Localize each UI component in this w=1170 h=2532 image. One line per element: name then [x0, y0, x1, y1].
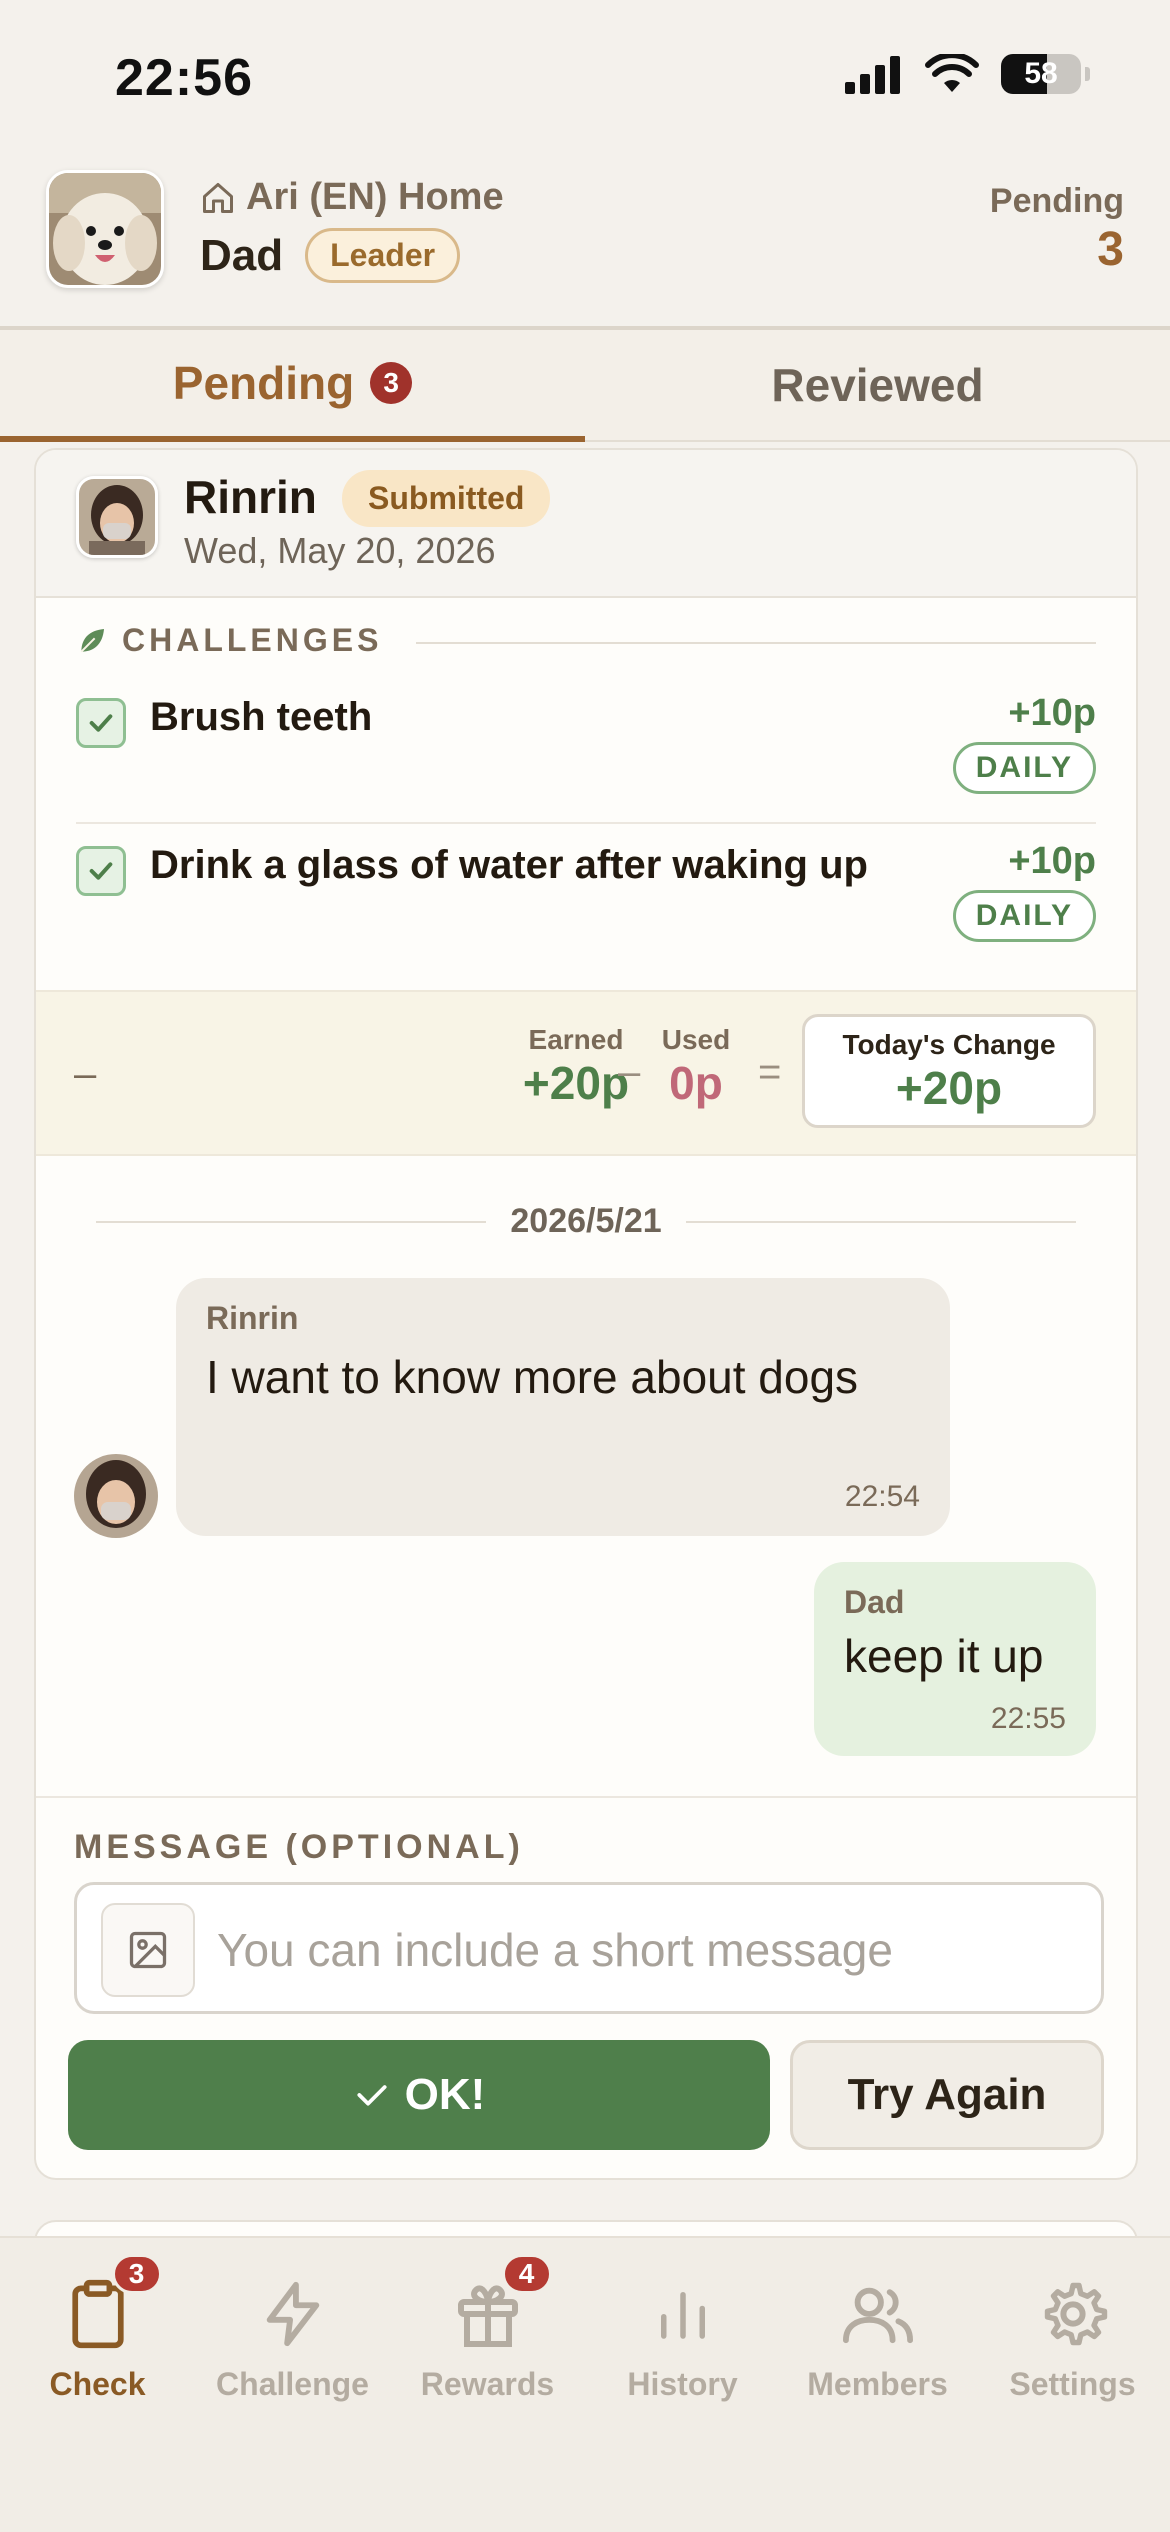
nav-settings[interactable]: Settings: [975, 2274, 1170, 2403]
users-icon: [838, 2274, 918, 2354]
try-again-label: Try Again: [847, 2070, 1047, 2119]
pending-summary-count: 3: [1097, 223, 1124, 276]
tab-reviewed-label: Reviewed: [771, 359, 984, 411]
checkmark-icon: [357, 2085, 387, 2106]
challenge-title: Brush teeth: [150, 695, 373, 739]
home-avatar[interactable]: [46, 170, 164, 288]
clipboard-icon: 3: [58, 2254, 162, 2354]
image-icon: [129, 1931, 167, 1969]
submission-date: Wed, May 20, 2026: [184, 530, 496, 571]
lightning-icon: [253, 2274, 333, 2354]
bar-chart-icon: [643, 2274, 723, 2354]
submission-header: Rinrin Submitted Wed, May 20, 2026: [36, 450, 1136, 598]
section-divider: [416, 642, 1096, 644]
status-badge: Submitted: [342, 470, 551, 527]
message-input[interactable]: You can include a short message: [74, 1882, 1104, 2014]
chat-message-sent: Dad keep it up 22:55: [814, 1562, 1096, 1756]
summary-dash: –: [74, 1052, 97, 1096]
nav-settings-label: Settings: [1009, 2366, 1136, 2402]
nav-history[interactable]: History: [585, 2274, 780, 2403]
challenge-points: +10p: [1008, 840, 1096, 882]
nav-check-label: Check: [49, 2366, 146, 2402]
nav-history-label: History: [627, 2366, 738, 2402]
nav-rewards-badge: 4: [501, 2254, 552, 2294]
used-label: Used: [661, 1024, 731, 1055]
home-icon: [203, 182, 233, 213]
message-sender: Dad: [844, 1584, 905, 1620]
message-sender: Rinrin: [206, 1300, 299, 1336]
frequency-badge: DAILY: [952, 742, 1096, 794]
nav-members-label: Members: [807, 2366, 948, 2402]
nav-rewards-label: Rewards: [420, 2366, 555, 2402]
attach-image-button[interactable]: [101, 1903, 195, 1997]
used-value: 0p: [669, 1057, 723, 1109]
review-tabs: Pending 3 Reviewed: [0, 330, 1170, 442]
ok-button-label: OK!: [404, 2070, 486, 2119]
equals-operator: =: [758, 1050, 782, 1094]
challenge-points: +10p: [1008, 692, 1096, 734]
tab-pending-badge: 3: [370, 362, 413, 404]
kid-name: Rinrin: [184, 471, 317, 523]
message-time: 22:55: [990, 1702, 1066, 1735]
minus-operator: –: [618, 1050, 641, 1094]
message-label: MESSAGE (OPTIONAL): [74, 1828, 524, 1866]
submission-card: Rinrin Submitted Wed, May 20, 2026 CHALL…: [34, 448, 1138, 2180]
status-icons: 58: [843, 54, 1090, 94]
message-text: keep it up: [844, 1630, 1044, 1682]
challenges-label-text: CHALLENGES: [122, 622, 383, 658]
challenge-title: Drink a glass of water after waking up: [150, 843, 868, 887]
challenge-item[interactable]: Drink a glass of water after waking up +…: [76, 840, 1096, 960]
status-time: 22:56: [115, 49, 253, 107]
frequency-badge: DAILY: [952, 890, 1096, 942]
nav-check-badge: 3: [111, 2254, 162, 2294]
gift-icon: 4: [448, 2254, 552, 2354]
points-summary: – Earned +20p – Used 0p = Today's Change…: [36, 990, 1136, 1156]
wifi-icon: [925, 54, 979, 92]
tab-pending-label: Pending: [172, 357, 355, 409]
checkbox-checked-icon[interactable]: [76, 846, 126, 896]
nav-check[interactable]: 3 Check: [0, 2254, 195, 2403]
message-placeholder: You can include a short message: [217, 1924, 893, 1976]
today-change-value: +20p: [895, 1062, 1003, 1114]
message-text: I want to know more about dogs: [206, 1351, 859, 1403]
chat-message-received: Rinrin I want to know more about dogs 22…: [176, 1278, 950, 1536]
current-user: Dad Leader: [200, 228, 461, 283]
sender-avatar: [74, 1454, 158, 1538]
bottom-nav: 3 Check Challenge 4 Rewards History Memb…: [0, 2236, 1170, 2532]
home-name: Ari (EN) Home: [200, 176, 504, 219]
home-name-text: Ari (EN) Home: [246, 176, 504, 218]
gear-icon: [1033, 2274, 1113, 2354]
chat-date: 2026/5/21: [510, 1202, 662, 1240]
signal-icon: [845, 56, 900, 94]
nav-rewards[interactable]: 4 Rewards: [390, 2254, 585, 2403]
today-change-label: Today's Change: [842, 1029, 1056, 1060]
used-stat: Used 0p: [646, 1024, 746, 1110]
checkbox-checked-icon[interactable]: [76, 698, 126, 748]
message-time: 22:54: [844, 1480, 920, 1513]
challenge-item[interactable]: Brush teeth +10p DAILY: [76, 692, 1096, 812]
nav-challenge-label: Challenge: [216, 2366, 369, 2402]
role-badge: Leader: [305, 228, 461, 283]
kid-avatar: [76, 476, 158, 558]
user-name: Dad: [200, 230, 284, 280]
chat-date-separator: 2026/5/21: [96, 1202, 1077, 1241]
battery-level: 58: [1024, 57, 1058, 90]
leaf-icon: [80, 628, 104, 652]
battery-icon: 58: [1001, 54, 1081, 94]
tab-pending[interactable]: Pending 3: [0, 330, 585, 442]
ok-button[interactable]: OK!: [68, 2040, 770, 2150]
pending-summary-label: Pending: [989, 182, 1124, 220]
try-again-button[interactable]: Try Again: [790, 2040, 1104, 2150]
nav-members[interactable]: Members: [780, 2274, 975, 2403]
today-change-box: Today's Change +20p: [802, 1014, 1096, 1128]
nav-challenge[interactable]: Challenge: [195, 2274, 390, 2403]
tab-reviewed[interactable]: Reviewed: [585, 330, 1170, 442]
challenge-divider: [76, 822, 1096, 824]
challenges-section-label: CHALLENGES: [76, 622, 382, 659]
